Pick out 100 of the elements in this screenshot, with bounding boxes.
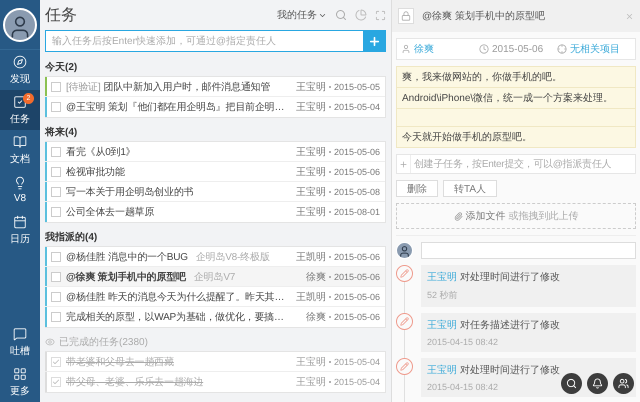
task-assignee: 王宝明 <box>296 206 326 219</box>
task-title: @徐爽 策划手机中的原型吧 企明岛V7 <box>66 270 236 284</box>
task-assignee: 徐爽 <box>306 270 326 284</box>
task-assignee: 王凯明 <box>296 250 326 264</box>
task-assignee: 王凯明 <box>296 290 326 304</box>
checkbox-icon <box>13 94 27 108</box>
separator-dot <box>328 276 331 278</box>
page-title: 任务 <box>45 6 78 26</box>
task-date: 2015-05-08 <box>334 186 380 196</box>
task-row[interactable]: 完成相关的原型，以WAP为基础，做优化，要搞… 徐爽 2015-05-06 <box>45 307 385 327</box>
separator-dot <box>328 86 331 88</box>
task-assignee: 王宝明 <box>296 186 326 198</box>
separator-dot <box>328 360 331 362</box>
nav-item[interactable]: 发现 <box>0 50 40 90</box>
separator-dot <box>328 256 331 258</box>
checkbox[interactable] <box>51 146 61 156</box>
task-row[interactable]: @杨佳胜 消息中的一个BUG 企明岛V8-终极版 王凯明 2015-05-06 <box>45 247 385 267</box>
separator-dot <box>328 190 331 192</box>
task-date: 2015-05-05 <box>334 82 380 92</box>
comment-field[interactable] <box>421 242 636 259</box>
description-line: 爽，我来做网站的，你做手机的吧。 <box>397 67 635 88</box>
task-row[interactable]: @王宝明 策划『他们都在用企明岛』把目前企明… 王宝明 2015-05-04 <box>45 97 385 117</box>
activity-time: 2015-04-15 08:42 <box>427 382 498 392</box>
lock-icon[interactable] <box>398 8 414 24</box>
task-title: 检视审批功能 <box>66 166 126 178</box>
section-title: 将来(4) <box>45 126 78 140</box>
search-icon[interactable] <box>335 9 347 21</box>
separator-dot <box>328 316 331 318</box>
paperclip-icon <box>454 212 462 220</box>
separator-dot <box>328 211 331 213</box>
checkbox[interactable] <box>51 377 61 387</box>
task-input-field[interactable]: 输入任务后按Enter快速添加，可通过@指定责任人 <box>45 30 386 52</box>
task-row[interactable]: 写一本关于用企明岛创业的书 王宝明 2015-05-08 <box>45 182 385 202</box>
description-line: 今天就开始做手机的原型吧。 <box>401 130 533 145</box>
avatar[interactable] <box>3 8 37 42</box>
task-row[interactable]: 检视审批功能 王宝明 2015-05-06 <box>45 162 385 182</box>
separator-dot <box>328 381 331 383</box>
task-date: 2015-05-06 <box>334 272 380 282</box>
task-row[interactable]: [待验证] 团队中新加入用户时，邮件消息通知管 王宝明 2015-05-05 <box>45 77 385 97</box>
nav-label: 吐槽 <box>10 344 30 358</box>
activity-text: 王宝明 对处理时间进行了修改 <box>427 270 561 284</box>
task-row[interactable]: 公司全体去一趟草原 王宝明 2015-08-01 <box>45 202 385 222</box>
filter-dropdown[interactable]: 我的任务 <box>277 8 327 22</box>
checkbox[interactable] <box>51 186 61 196</box>
pie-chart-icon[interactable] <box>355 9 367 21</box>
checkbox[interactable] <box>51 292 61 302</box>
activity-time: 52 秒前 <box>427 289 458 302</box>
action-button[interactable]: 转TA人 <box>443 180 498 197</box>
task-title: @王宝明 策划『他们都在用企明岛』把目前企明… <box>66 100 286 114</box>
chat-icon <box>13 326 27 340</box>
checkbox[interactable] <box>51 82 61 92</box>
activity-text: 王宝明 对任务描述进行了修改 <box>427 318 561 332</box>
task-title: @杨佳胜 消息中的一个BUG 企明岛V8-终极版 <box>66 250 271 264</box>
nav-item[interactable]: 文档 <box>0 130 40 170</box>
checkbox[interactable] <box>51 166 61 176</box>
nav-label: V8 <box>14 193 26 204</box>
task-date: 2015-08-01 <box>334 207 380 217</box>
task-date: 2015-05-06 <box>334 292 380 302</box>
nav-item[interactable]: 吐槽 <box>0 322 40 362</box>
plus-icon <box>368 34 380 48</box>
separator-dot <box>328 106 331 108</box>
task-title: 写一本关于用企明岛创业的书 <box>66 186 194 198</box>
eye-icon <box>45 337 55 347</box>
people-icon <box>618 378 629 389</box>
checkbox[interactable] <box>51 207 61 217</box>
nav-label: 发现 <box>10 72 30 86</box>
task-assignee: 王宝明 <box>296 376 326 389</box>
nav-item[interactable]: 更多 <box>0 362 40 402</box>
checkbox[interactable] <box>51 356 61 366</box>
subtask-field[interactable]: 创建子任务，按Enter提交，可以@指派责任人 <box>396 154 636 174</box>
checkbox[interactable] <box>51 272 61 282</box>
nav-item[interactable]: V8 <box>0 170 40 210</box>
lightbulb-icon <box>13 176 27 190</box>
task-row[interactable]: 看完《从0到1》 王宝明 2015-05-06 <box>45 142 385 162</box>
task-title: @杨佳胜 昨天的消息今天为什么提醒了。昨天其… <box>66 290 286 304</box>
task-date: 2015-05-04 <box>334 356 380 366</box>
checkbox[interactable] <box>51 312 61 322</box>
nav-item[interactable]: 日历 <box>0 210 40 250</box>
section-title: 我指派的(4) <box>45 230 98 245</box>
checkbox[interactable] <box>51 102 61 112</box>
separator-dot <box>328 170 331 172</box>
task-row[interactable]: @徐爽 策划手机中的原型吧 企明岛V7 徐爽 2015-05-06 <box>45 267 385 287</box>
task-date: 2015-05-06 <box>334 252 380 262</box>
section-title: 今天(2) <box>45 60 78 75</box>
task-assignee: 徐爽 <box>306 310 326 324</box>
add-button[interactable] <box>363 31 385 51</box>
task-assignee: 王宝明 <box>296 80 326 94</box>
expand-icon[interactable] <box>375 10 386 20</box>
task-title: 带老婆和父母去一趟西藏 <box>66 356 175 368</box>
book-icon <box>13 134 27 148</box>
separator-dot <box>328 296 331 298</box>
task-title: [待验证] 团队中新加入用户时，邮件消息通知管 <box>66 80 272 94</box>
activity-time: 2015-04-15 08:42 <box>427 337 498 347</box>
bell-icon <box>592 378 603 389</box>
task-row[interactable]: @杨佳胜 昨天的消息今天为什么提醒了。昨天其… 王凯明 2015-05-06 <box>45 287 385 307</box>
upload-area[interactable]: 添加文件 或拖拽到此上传 <box>396 203 636 229</box>
close-icon[interactable] <box>625 12 634 20</box>
action-button[interactable]: 删除 <box>396 180 438 197</box>
search-icon <box>566 378 577 389</box>
checkbox[interactable] <box>51 252 61 262</box>
